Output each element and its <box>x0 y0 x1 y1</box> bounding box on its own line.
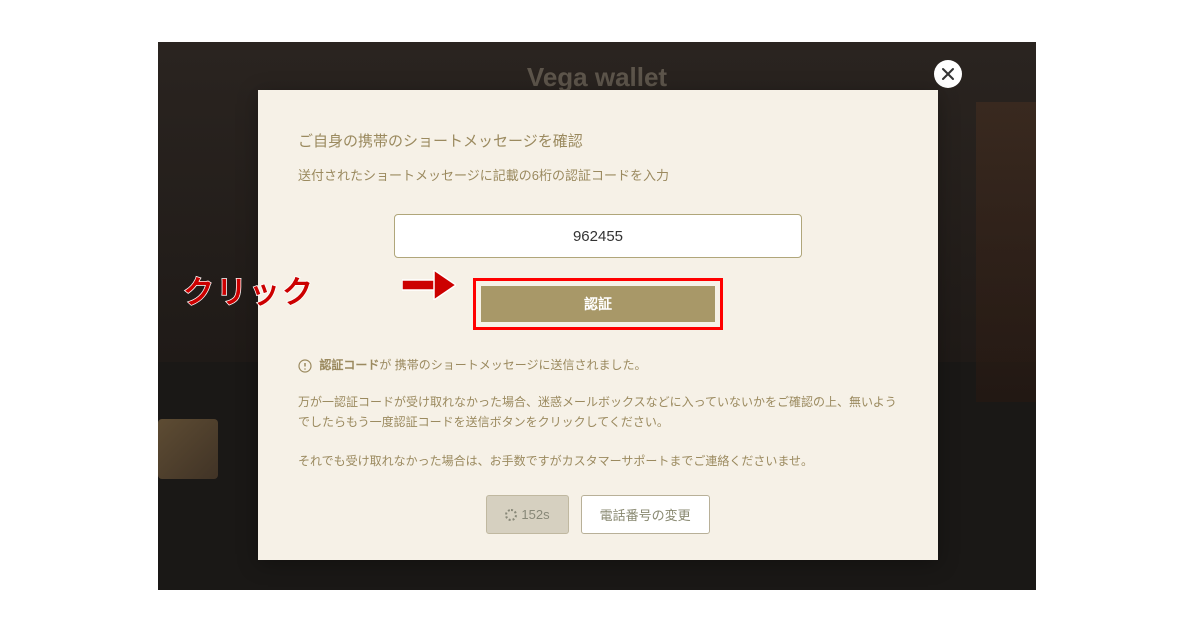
backdrop-title: Vega wallet <box>527 62 667 93</box>
click-annotation-label: クリック <box>183 267 315 312</box>
avatar-image <box>158 419 218 479</box>
verify-button[interactable]: 認証 <box>481 286 715 322</box>
timer-label: 152s <box>521 507 549 522</box>
change-phone-button[interactable]: 電話番号の変更 <box>581 495 710 534</box>
info-message: 認証コードが 携帯のショートメッセージに送信されました。 <box>298 356 898 374</box>
info-icon <box>298 359 312 373</box>
button-row: 152s 電話番号の変更 <box>298 495 898 534</box>
highlight-box: 認証 <box>473 278 723 330</box>
modal-subtitle: 送付されたショートメッセージに記載の6桁の認証コードを入力 <box>298 165 898 184</box>
verification-code-input[interactable] <box>394 214 802 258</box>
help-text-2: それでも受け取れなかった場合は、お手数ですがカスタマーサポートまでご連絡ください… <box>298 451 898 471</box>
close-button[interactable] <box>934 60 962 88</box>
side-decorative-image <box>976 102 1036 402</box>
help-text-1: 万が一認証コードが受け取れなかった場合、迷惑メールボックスなどに入っていないかを… <box>298 392 898 433</box>
arrow-icon <box>402 270 456 300</box>
close-icon <box>941 67 955 81</box>
resend-timer-button: 152s <box>486 495 568 534</box>
verification-modal: ご自身の携帯のショートメッセージを確認 送付されたショートメッセージに記載の6桁… <box>258 90 938 560</box>
modal-title: ご自身の携帯のショートメッセージを確認 <box>298 130 898 151</box>
info-text: が 携帯のショートメッセージに送信されました。 <box>379 358 646 372</box>
spinner-icon <box>505 509 517 521</box>
info-prefix: 認証コード <box>319 358 379 372</box>
